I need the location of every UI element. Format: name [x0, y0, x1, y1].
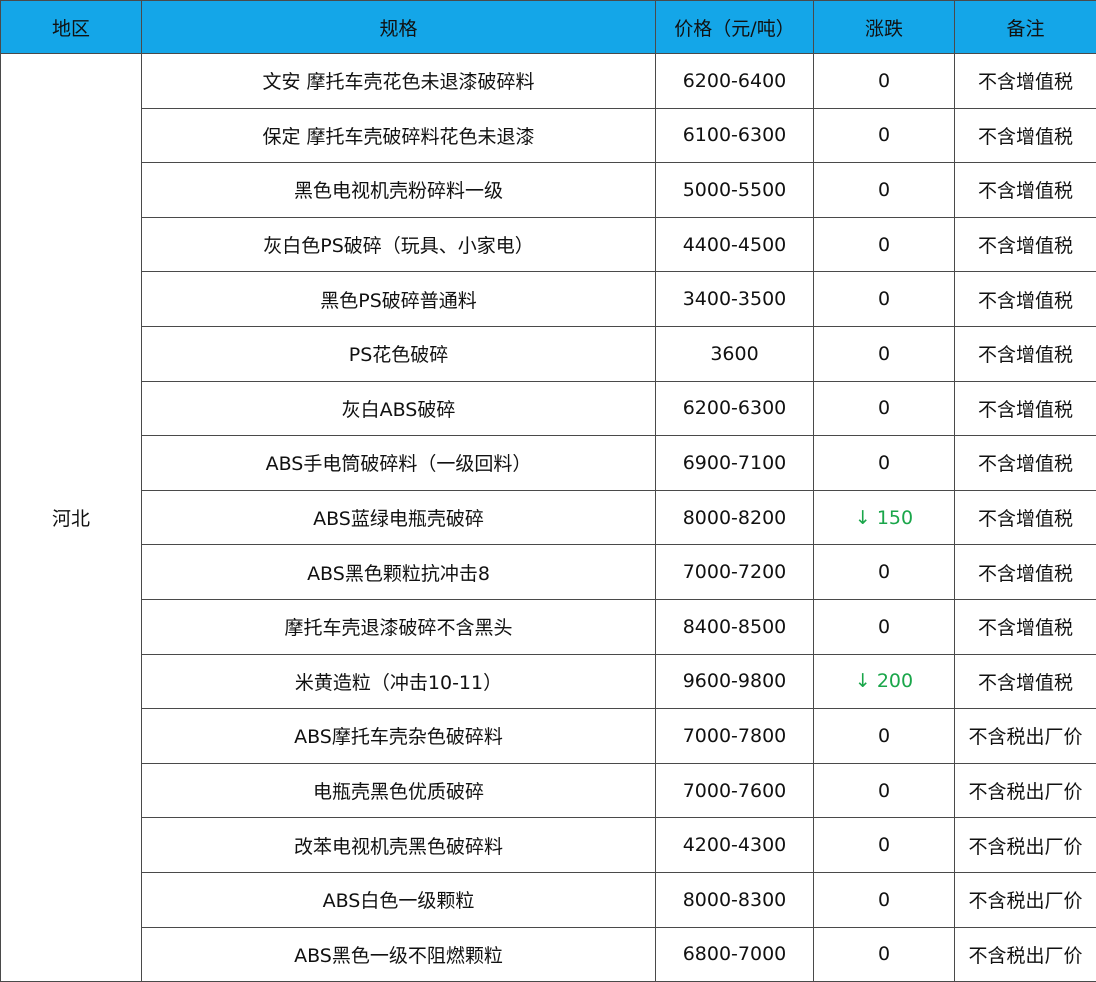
price-cell: 6800-7000 [656, 927, 814, 982]
change-cell: ↓ 150 [814, 490, 955, 545]
price-cell: 3600 [656, 326, 814, 381]
price-table: 地区 规格 价格（元/吨） 涨跌 备注 河北文安 摩托车壳花色未退漆破碎料620… [0, 0, 1096, 982]
change-cell: 0 [814, 927, 955, 982]
change-cell: 0 [814, 108, 955, 163]
table-row: 灰白ABS破碎6200-63000不含增值税 [1, 381, 1096, 436]
change-cell: 0 [814, 217, 955, 272]
note-cell: 不含增值税 [955, 108, 1096, 163]
header-region: 地区 [1, 1, 142, 54]
price-cell: 8000-8200 [656, 490, 814, 545]
price-cell: 6100-6300 [656, 108, 814, 163]
spec-cell: 黑色PS破碎普通料 [142, 272, 656, 327]
spec-cell: 保定 摩托车壳破碎料花色未退漆 [142, 108, 656, 163]
note-cell: 不含增值税 [955, 54, 1096, 109]
spec-cell: 米黄造粒（冲击10-11） [142, 654, 656, 709]
note-cell: 不含增值税 [955, 326, 1096, 381]
change-cell: 0 [814, 436, 955, 491]
table-row: ABS摩托车壳杂色破碎料7000-78000不含税出厂价 [1, 709, 1096, 764]
spec-cell: 黑色电视机壳粉碎料一级 [142, 163, 656, 218]
note-cell: 不含税出厂价 [955, 872, 1096, 927]
change-cell: 0 [814, 545, 955, 600]
spec-cell: ABS黑色一级不阻燃颗粒 [142, 927, 656, 982]
change-cell: ↓ 200 [814, 654, 955, 709]
header-price: 价格（元/吨） [656, 1, 814, 54]
price-cell: 7000-7200 [656, 545, 814, 600]
change-cell: 0 [814, 163, 955, 218]
table-row: 保定 摩托车壳破碎料花色未退漆6100-63000不含增值税 [1, 108, 1096, 163]
table-row: 黑色电视机壳粉碎料一级5000-55000不含增值税 [1, 163, 1096, 218]
table-row: 摩托车壳退漆破碎不含黑头8400-85000不含增值税 [1, 599, 1096, 654]
table-body: 河北文安 摩托车壳花色未退漆破碎料6200-64000不含增值税保定 摩托车壳破… [1, 54, 1096, 982]
spec-cell: ABS手电筒破碎料（一级回料） [142, 436, 656, 491]
change-cell: 0 [814, 599, 955, 654]
spec-cell: 摩托车壳退漆破碎不含黑头 [142, 599, 656, 654]
spec-cell: 灰白色PS破碎（玩具、小家电） [142, 217, 656, 272]
header-row: 地区 规格 价格（元/吨） 涨跌 备注 [1, 1, 1096, 54]
table-row: ABS蓝绿电瓶壳破碎8000-8200↓ 150不含增值税 [1, 490, 1096, 545]
note-cell: 不含税出厂价 [955, 818, 1096, 873]
table-row: 河北文安 摩托车壳花色未退漆破碎料6200-64000不含增值税 [1, 54, 1096, 109]
spec-cell: PS花色破碎 [142, 326, 656, 381]
note-cell: 不含增值税 [955, 272, 1096, 327]
price-cell: 6200-6300 [656, 381, 814, 436]
note-cell: 不含增值税 [955, 599, 1096, 654]
price-cell: 3400-3500 [656, 272, 814, 327]
table-row: ABS白色一级颗粒8000-83000不含税出厂价 [1, 872, 1096, 927]
spec-cell: 灰白ABS破碎 [142, 381, 656, 436]
spec-cell: ABS蓝绿电瓶壳破碎 [142, 490, 656, 545]
header-change: 涨跌 [814, 1, 955, 54]
price-cell: 8000-8300 [656, 872, 814, 927]
change-cell: 0 [814, 818, 955, 873]
note-cell: 不含税出厂价 [955, 927, 1096, 982]
note-cell: 不含增值税 [955, 490, 1096, 545]
spec-cell: 电瓶壳黑色优质破碎 [142, 763, 656, 818]
change-cell: 0 [814, 872, 955, 927]
change-cell: 0 [814, 326, 955, 381]
change-cell: 0 [814, 381, 955, 436]
change-cell: 0 [814, 709, 955, 764]
price-cell: 4400-4500 [656, 217, 814, 272]
spec-cell: 文安 摩托车壳花色未退漆破碎料 [142, 54, 656, 109]
spec-cell: ABS摩托车壳杂色破碎料 [142, 709, 656, 764]
table-row: 电瓶壳黑色优质破碎7000-76000不含税出厂价 [1, 763, 1096, 818]
note-cell: 不含增值税 [955, 381, 1096, 436]
table-row: 灰白色PS破碎（玩具、小家电）4400-45000不含增值税 [1, 217, 1096, 272]
change-cell: 0 [814, 272, 955, 327]
note-cell: 不含增值税 [955, 545, 1096, 600]
note-cell: 不含增值税 [955, 436, 1096, 491]
spec-cell: ABS黑色颗粒抗冲击8 [142, 545, 656, 600]
table-row: ABS手电筒破碎料（一级回料）6900-71000不含增值税 [1, 436, 1096, 491]
spec-cell: 改苯电视机壳黑色破碎料 [142, 818, 656, 873]
price-cell: 9600-9800 [656, 654, 814, 709]
table-row: ABS黑色一级不阻燃颗粒6800-70000不含税出厂价 [1, 927, 1096, 982]
spec-cell: ABS白色一级颗粒 [142, 872, 656, 927]
note-cell: 不含税出厂价 [955, 763, 1096, 818]
price-cell: 7000-7600 [656, 763, 814, 818]
price-cell: 4200-4300 [656, 818, 814, 873]
table-row: ABS黑色颗粒抗冲击87000-72000不含增值税 [1, 545, 1096, 600]
note-cell: 不含增值税 [955, 217, 1096, 272]
price-cell: 6900-7100 [656, 436, 814, 491]
header-note: 备注 [955, 1, 1096, 54]
table-row: 黑色PS破碎普通料3400-35000不含增值税 [1, 272, 1096, 327]
header-spec: 规格 [142, 1, 656, 54]
note-cell: 不含税出厂价 [955, 709, 1096, 764]
table-row: 改苯电视机壳黑色破碎料4200-43000不含税出厂价 [1, 818, 1096, 873]
change-cell: 0 [814, 763, 955, 818]
price-cell: 7000-7800 [656, 709, 814, 764]
note-cell: 不含增值税 [955, 654, 1096, 709]
price-cell: 5000-5500 [656, 163, 814, 218]
table-row: 米黄造粒（冲击10-11）9600-9800↓ 200不含增值税 [1, 654, 1096, 709]
region-cell: 河北 [1, 54, 142, 982]
price-cell: 8400-8500 [656, 599, 814, 654]
table-row: PS花色破碎36000不含增值税 [1, 326, 1096, 381]
price-cell: 6200-6400 [656, 54, 814, 109]
change-cell: 0 [814, 54, 955, 109]
note-cell: 不含增值税 [955, 163, 1096, 218]
